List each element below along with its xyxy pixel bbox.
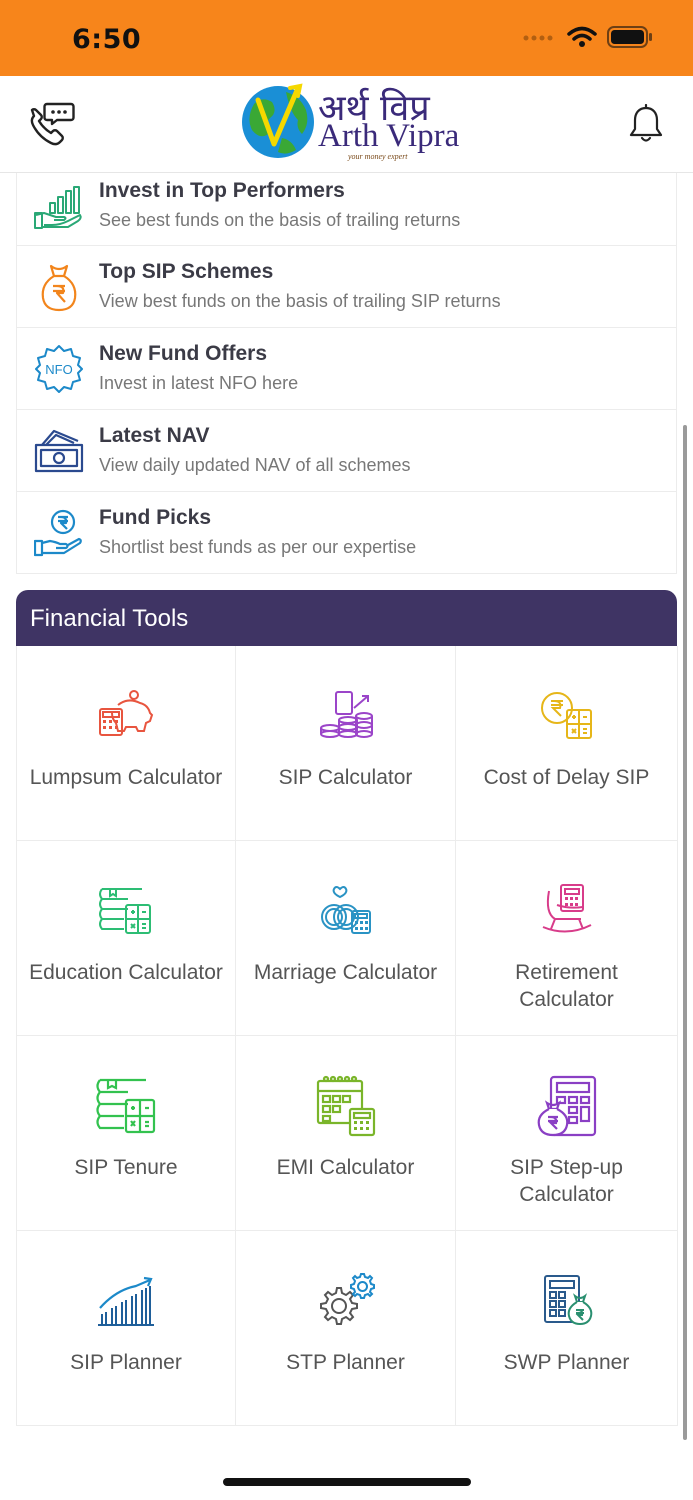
tool-label: Retirement Calculator <box>515 961 618 1011</box>
list-item-subtitle: Invest in latest NFO here <box>99 373 299 393</box>
tool-label: SIP Planner <box>70 1351 182 1374</box>
tool-label: Cost of Delay SIP <box>483 766 650 789</box>
financial-tools-grid: Lumpsum Calculator SIP Calculator Cost o… <box>16 646 678 1426</box>
list-item-subtitle: View best funds on the basis of trailing… <box>99 291 501 311</box>
tool-label: Education Calculator <box>29 961 223 984</box>
tool-sip-planner[interactable]: SIP Planner <box>17 1231 236 1426</box>
globe-logo-icon <box>242 83 314 158</box>
tool-label: STP Planner <box>286 1351 405 1374</box>
contact-support-button[interactable] <box>24 98 76 150</box>
list-item-title: Top SIP Schemes <box>99 260 274 283</box>
list-item-title: Fund Picks <box>99 506 212 529</box>
tool-label: SIP Tenure <box>74 1156 178 1179</box>
phone-chat-icon <box>30 102 75 146</box>
growth-bars-icon <box>94 1269 158 1333</box>
tool-stp-planner[interactable]: STP Planner <box>236 1231 456 1426</box>
coins-calculator-icon <box>314 684 378 748</box>
rings-calculator-icon <box>314 879 378 943</box>
rocking-chair-icon <box>535 879 599 943</box>
home-indicator[interactable] <box>223 1478 471 1486</box>
tool-label: SIP Calculator <box>278 766 413 789</box>
tool-cost-of-delay-sip[interactable]: Cost of Delay SIP <box>456 646 678 841</box>
rupee-hand-icon <box>33 507 85 559</box>
status-icons <box>523 26 653 48</box>
list-item-top-sip-schemes[interactable]: Top SIP Schemes View best funds on the b… <box>17 245 676 327</box>
cellular-signal-icon <box>523 35 553 41</box>
calculator-money-bag-icon <box>535 1269 599 1333</box>
tool-emi-calculator[interactable]: EMI Calculator <box>236 1036 456 1231</box>
cash-stack-icon <box>33 425 85 477</box>
tool-lumpsum-calculator[interactable]: Lumpsum Calculator <box>17 646 236 841</box>
list-item-title: New Fund Offers <box>99 342 268 365</box>
notifications-button[interactable] <box>620 98 672 150</box>
piggy-bank-calculator-icon <box>94 684 158 748</box>
app-header: अर्थ विप्र Arth Vipra your money expert <box>0 76 693 173</box>
tool-label: EMI Calculator <box>276 1156 415 1179</box>
list-item-fund-picks[interactable]: Fund Picks Shortlist best funds as per o… <box>17 491 676 573</box>
tool-label: SIP Step-up Calculator <box>510 1156 623 1206</box>
scrollbar[interactable] <box>683 425 687 1440</box>
list-item-top-performers[interactable]: Invest in Top Performers See best funds … <box>17 173 676 245</box>
battery-icon <box>607 26 652 48</box>
status-time: 6:50 <box>72 24 142 55</box>
app-logo: अर्थ विप्र Arth Vipra your money expert <box>240 80 459 168</box>
explore-list: Invest in Top Performers See best funds … <box>16 173 677 574</box>
wifi-icon <box>567 26 597 47</box>
rupee-money-bag-icon <box>33 261 85 313</box>
nfo-badge-icon: NFO <box>33 343 85 395</box>
tool-sip-calculator[interactable]: SIP Calculator <box>236 646 456 841</box>
tool-sip-step-up-calculator[interactable]: SIP Step-up Calculator <box>456 1036 678 1231</box>
growth-chart-hand-icon <box>33 181 85 233</box>
books-calculator-icon <box>94 1074 158 1138</box>
money-bag-calculator-icon <box>535 1074 599 1138</box>
logo-tagline: your money expert <box>348 152 408 161</box>
list-item-subtitle: View daily updated NAV of all schemes <box>99 455 411 475</box>
financial-tools-header: Financial Tools <box>16 590 677 646</box>
tool-marriage-calculator[interactable]: Marriage Calculator <box>236 841 456 1036</box>
gears-icon <box>314 1269 378 1333</box>
financial-tools-title: Financial Tools <box>30 605 189 632</box>
list-item-title: Latest NAV <box>99 424 210 447</box>
nfo-badge-text: NFO <box>45 362 72 377</box>
logo-english-text: Arth Vipra <box>318 118 460 154</box>
tool-retirement-calculator[interactable]: Retirement Calculator <box>456 841 678 1036</box>
status-bar: 6:50 <box>0 0 693 76</box>
tool-sip-tenure[interactable]: SIP Tenure <box>17 1036 236 1231</box>
list-item-new-fund-offers[interactable]: NFO New Fund Offers Invest in latest NFO… <box>17 327 676 409</box>
tool-label: Marriage Calculator <box>253 961 438 984</box>
books-calculator-icon <box>94 879 158 943</box>
list-item-subtitle: Shortlist best funds as per our expertis… <box>99 537 417 557</box>
tool-label: Lumpsum Calculator <box>29 766 223 789</box>
rupee-coin-calculator-icon <box>535 684 599 748</box>
tool-education-calculator[interactable]: Education Calculator <box>17 841 236 1036</box>
list-item-latest-nav[interactable]: Latest NAV View daily updated NAV of all… <box>17 409 676 491</box>
calendar-calculator-icon <box>314 1074 378 1138</box>
list-item-subtitle: See best funds on the basis of trailing … <box>99 210 461 230</box>
tool-swp-planner[interactable]: SWP Planner <box>456 1231 678 1426</box>
list-item-title: Invest in Top Performers <box>99 179 345 202</box>
tool-label: SWP Planner <box>503 1351 630 1374</box>
bell-icon <box>629 104 663 142</box>
